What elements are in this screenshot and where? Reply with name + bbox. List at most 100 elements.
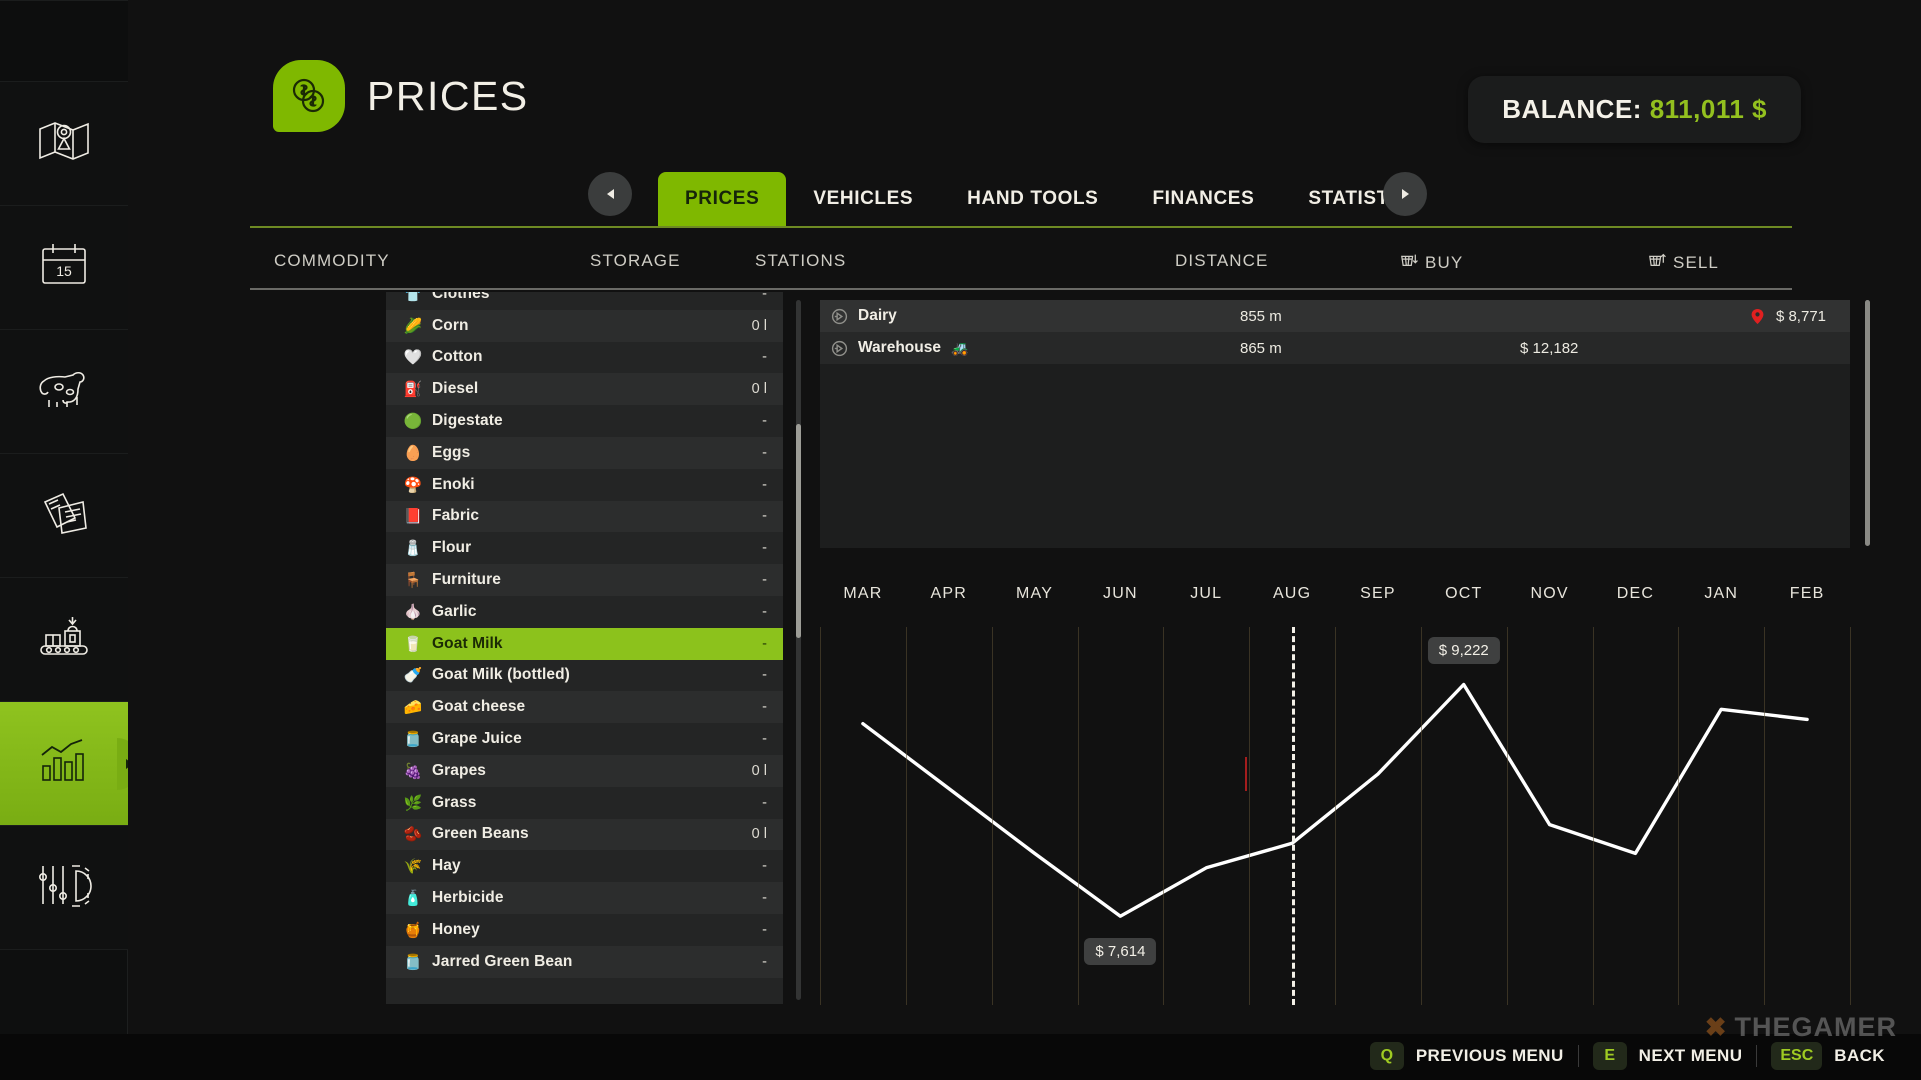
commodity-storage: -	[762, 731, 767, 748]
sidebar-item-map[interactable]	[0, 82, 128, 206]
commodity-name: Grape Juice	[432, 730, 522, 748]
commodity-icon: 🧀	[403, 699, 423, 717]
map-pin-icon	[37, 119, 91, 168]
watermark-text: THEGAMER	[1734, 1012, 1897, 1042]
station-name: Warehouse	[858, 339, 941, 356]
commodity-row[interactable]: 🍇 Grapes 0 l	[386, 754, 783, 787]
chart-month-label: JUN	[1103, 585, 1138, 602]
key-q: Q	[1369, 1042, 1404, 1070]
commodity-row[interactable]: 🤍 Cotton -	[386, 342, 783, 374]
station-buy-price: $ 12,182	[1520, 339, 1579, 357]
commodity-row[interactable]: 🧴 Herbicide -	[386, 882, 783, 914]
chart-month-label: SEP	[1360, 585, 1396, 602]
commodity-row[interactable]: 🧂 Flour -	[386, 532, 783, 564]
game-ui-root: 15 PRICES BALANCE: 811,011 $ PRICES VEHI…	[0, 0, 1921, 1080]
commodity-scrollbar-track[interactable]	[796, 300, 801, 1000]
commodity-storage: 0 l	[751, 826, 767, 843]
sidebar-item-calendar[interactable]: 15	[0, 206, 128, 330]
station-row[interactable]: Warehouse 🚜 865 m $ 12,182	[820, 332, 1850, 364]
column-header-distance[interactable]: DISTANCE	[1175, 251, 1269, 271]
commodity-row[interactable]: 🌾 Hay -	[386, 850, 783, 882]
commodity-storage: -	[762, 413, 767, 430]
commodity-row[interactable]: 🥛 Goat Milk -	[386, 627, 783, 660]
basket-down-icon	[1400, 251, 1418, 274]
tab-prev-button[interactable]	[588, 172, 632, 216]
chart-month-label: APR	[930, 585, 967, 602]
commodity-row[interactable]: 🫙 Jarred Green Bean -	[386, 945, 783, 978]
tab-vehicles[interactable]: VEHICLES	[786, 172, 940, 226]
svg-text:15: 15	[56, 263, 72, 279]
chart-month-label: FEB	[1789, 585, 1825, 602]
station-distance: 855 m	[1240, 307, 1282, 325]
commodity-row[interactable]: 🪑 Furniture -	[386, 564, 783, 596]
chart-gridline	[905, 627, 907, 1005]
commodity-row[interactable]: 🍼 Goat Milk (bottled) -	[386, 660, 783, 692]
commodity-icon: 🌽	[403, 317, 423, 335]
chart-gridline	[1249, 627, 1251, 1005]
commodity-row[interactable]: 📕 Fabric -	[386, 500, 783, 533]
commodity-storage: -	[762, 572, 767, 589]
page-title: PRICES	[367, 72, 529, 119]
commodity-row[interactable]: 🌿 Grass -	[386, 787, 783, 819]
keybinding-next-menu-label: NEXT MENU	[1638, 1046, 1743, 1065]
tab-next-button[interactable]	[1383, 172, 1427, 216]
commodity-icon: 🍼	[403, 667, 423, 685]
commodity-row[interactable]: 🟢 Digestate -	[386, 405, 783, 437]
column-header-commodity[interactable]: COMMODITY	[274, 251, 390, 271]
keybinding-next-menu[interactable]: E NEXT MENU	[1579, 1042, 1757, 1070]
sliders-gear-icon	[36, 862, 92, 913]
commodity-row[interactable]: ⛽ Diesel 0 l	[386, 373, 783, 406]
chart-month-label: OCT	[1445, 585, 1483, 602]
commodity-row[interactable]: 🍯 Honey -	[386, 914, 783, 946]
tab-finances[interactable]: FINANCES	[1125, 172, 1281, 226]
sidebar-item-production[interactable]	[0, 578, 128, 702]
commodity-row[interactable]: 🧀 Goat cheese -	[386, 691, 783, 724]
column-header-sell[interactable]: SELL	[1648, 251, 1719, 274]
sidebar-item-settings[interactable]	[0, 826, 128, 950]
chart-gridline	[820, 627, 821, 1005]
basket-up-icon	[1648, 251, 1666, 274]
commodity-row[interactable]: 🍄 Enoki -	[386, 469, 783, 501]
column-header-buy[interactable]: BUY	[1400, 251, 1463, 274]
sidebar-item-statistics[interactable]	[0, 702, 139, 826]
tab-prices[interactable]: PRICES	[658, 172, 787, 226]
commodity-list[interactable]: 👕 Clothes - 🌽 Corn 0 l 🤍 Cotton - ⛽ Diesel 0 l 🟢 Dige…	[386, 292, 783, 1004]
column-header-stations[interactable]: STATIONS	[755, 251, 846, 271]
commodity-row[interactable]: 👕 Clothes -	[386, 292, 783, 310]
column-header-sell-label: SELL	[1673, 252, 1719, 272]
chevron-left-icon	[606, 189, 614, 199]
commodity-storage: -	[762, 953, 767, 970]
commodity-icon: 🫙	[403, 953, 423, 971]
stations-list[interactable]: Dairy 855 m $ 8,771 Warehouse 🚜 865 m $ 12,182	[820, 300, 1850, 548]
commodity-scrollbar-thumb[interactable]	[796, 424, 801, 638]
price-history-chart: MAR APR MAY JUN JUL AUG SEP OCT NOV DEC JAN FEB $ 7…	[820, 585, 1851, 1005]
chart-red-tick	[1245, 757, 1248, 791]
commodity-row[interactable]: 🧄 Garlic -	[386, 596, 783, 628]
station-row[interactable]: Dairy 855 m $ 8,771	[820, 300, 1850, 332]
keybinding-back[interactable]: ESC BACK	[1757, 1042, 1899, 1070]
tab-underline	[250, 226, 1792, 228]
tab-hand-tools[interactable]: HAND TOOLS	[940, 172, 1125, 226]
station-target-icon[interactable]	[820, 308, 858, 325]
commodity-row[interactable]: 🥚 Eggs -	[386, 436, 783, 469]
commodity-name: Goat Milk (bottled)	[432, 666, 570, 684]
column-header-storage[interactable]: STORAGE	[590, 251, 681, 271]
tab-bar: PRICES VEHICLES HAND TOOLS FINANCES STAT…	[128, 172, 1921, 226]
station-target-icon[interactable]	[820, 340, 858, 357]
commodity-name: Grapes	[432, 761, 487, 779]
main-panel: PRICES BALANCE: 811,011 $ PRICES VEHICLE…	[128, 0, 1921, 1080]
sidebar-item-animals[interactable]	[0, 330, 128, 454]
commodity-row[interactable]: 🫙 Grape Juice -	[386, 723, 783, 755]
cow-icon	[35, 367, 93, 416]
commodity-row[interactable]: 🌽 Corn 0 l	[386, 309, 783, 342]
sidebar-top-spacer	[0, 0, 128, 82]
sidebar-item-contracts[interactable]	[0, 454, 128, 578]
commodity-name: Green Beans	[432, 825, 529, 843]
keybinding-previous-menu[interactable]: Q PREVIOUS MENU	[1356, 1042, 1578, 1070]
watermark-logo-icon: ✖	[1704, 1012, 1727, 1042]
commodity-name: Jarred Green Bean	[432, 952, 573, 970]
chart-month-label: JUL	[1190, 585, 1223, 602]
coins-dollar-icon	[273, 60, 345, 132]
commodity-row[interactable]: 🫘 Green Beans 0 l	[386, 818, 783, 851]
stations-scrollbar-thumb[interactable]	[1865, 300, 1870, 546]
